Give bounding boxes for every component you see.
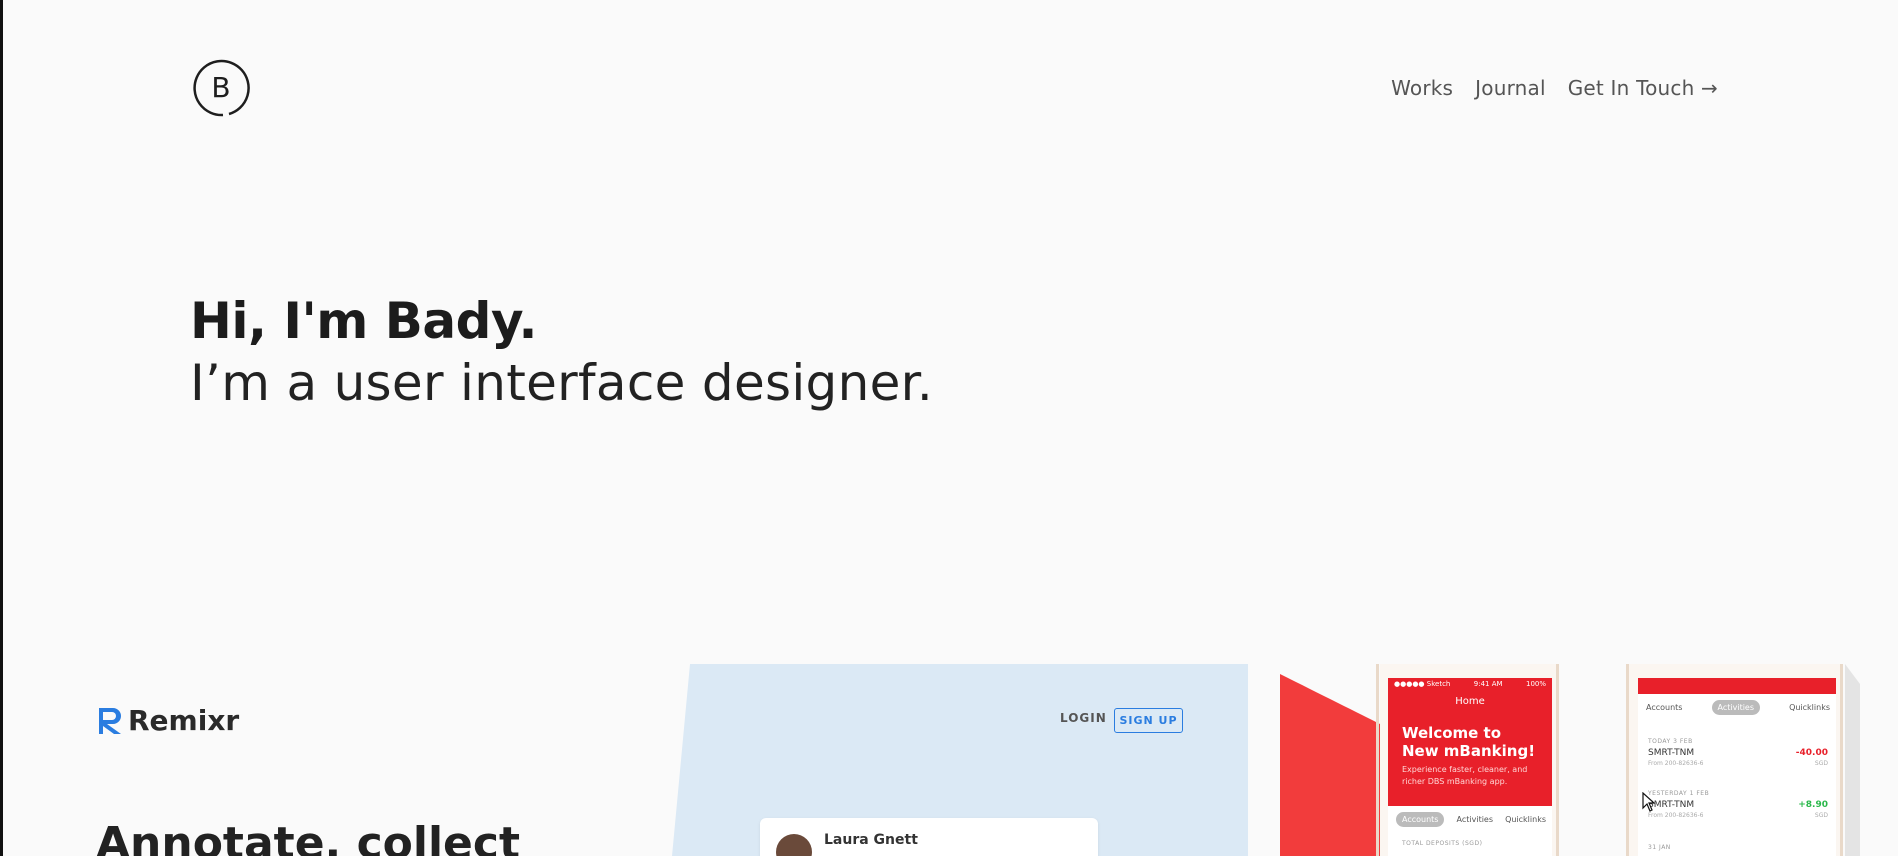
transaction-date: YESTERDAY 1 FEB	[1648, 790, 1710, 797]
phone-status-bar: ●●●●● Sketch 9:41 AM 100%	[1388, 678, 1552, 690]
brand-logo[interactable]: B	[192, 59, 250, 117]
transaction-amount: -40.00	[1795, 748, 1828, 758]
phone-top-bar	[1638, 678, 1836, 694]
preview-signup-button: SIGN UP	[1114, 708, 1183, 733]
status-battery: 100%	[1525, 680, 1546, 688]
mouse-cursor-icon	[1642, 792, 1656, 812]
transaction-from: From 200-82636-6	[1648, 760, 1704, 767]
brand-logo-icon: B	[193, 59, 250, 117]
transaction-date: 31 JAN	[1648, 844, 1671, 851]
tab-accounts-2: Accounts	[1646, 703, 1683, 712]
hero-greeting: Hi, I'm Bady.	[190, 292, 537, 350]
tab-activities: Activities	[1456, 815, 1494, 824]
remixr-logo[interactable]: Remixr	[96, 704, 239, 737]
transaction-item: TODAY 3 FEB SMRT-TNM -40.00 From 200-826…	[1648, 738, 1828, 767]
phone-screen-title: Home	[1455, 696, 1485, 707]
preview-login-link: LOGIN	[1060, 711, 1107, 725]
transaction-currency: SGD	[1814, 812, 1828, 819]
nav-works[interactable]: Works	[1391, 76, 1453, 100]
tab-activities-2: Activities	[1711, 700, 1761, 715]
phone-welcome-sub: Experience faster, cleaner, and richer D…	[1402, 765, 1528, 786]
transaction-from: From 200-82636-6	[1648, 812, 1704, 819]
tab-quicklinks-2: Quicklinks	[1789, 703, 1830, 712]
transaction-amount: +8.90	[1798, 800, 1828, 810]
transaction-item: 31 JAN	[1648, 844, 1828, 851]
phone-activities-screen: Accounts Activities Quicklinks TODAY 3 F…	[1638, 678, 1836, 856]
svg-text:B: B	[211, 71, 230, 104]
hero-tagline: I’m a user interface designer.	[190, 354, 934, 412]
window-left-edge	[0, 0, 3, 856]
tab-quicklinks: Quicklinks	[1505, 815, 1546, 824]
phone-welcome-text: Welcome to New mBanking!	[1402, 724, 1536, 760]
transaction-currency: SGD	[1814, 760, 1828, 767]
phone-home-screen: ●●●●● Sketch 9:41 AM 100% Home Welcome t…	[1388, 678, 1552, 856]
banking-preview-image[interactable]: ●●●●● Sketch 9:41 AM 100% Home Welcome t…	[1280, 664, 1860, 856]
nav-get-in-touch[interactable]: Get In Touch →	[1568, 76, 1718, 100]
avatar	[776, 834, 812, 856]
tab-accounts: Accounts	[1396, 812, 1445, 827]
status-carrier: ●●●●● Sketch	[1394, 680, 1451, 688]
preview-user-name: Laura Gnett	[824, 832, 918, 848]
phone-tabs: Accounts Activities Quicklinks	[1396, 812, 1546, 827]
preview-user-card: Laura Gnett	[760, 818, 1098, 856]
remixr-brand-name: Remixr	[128, 704, 240, 737]
project-headline: Annotate, collect	[96, 818, 520, 856]
deposits-label: TOTAL DEPOSITS (SGD)	[1402, 840, 1483, 847]
phone-tabs-2: Accounts Activities Quicklinks	[1646, 700, 1830, 715]
status-time: 9:41 AM	[1473, 680, 1503, 688]
main-nav: Works Journal Get In Touch →	[1391, 76, 1718, 100]
remixr-preview-image[interactable]: LOGIN SIGN UP Laura Gnett	[672, 664, 1248, 856]
transaction-item: YESTERDAY 1 FEB SMRT-TNM +8.90 From 200-…	[1648, 790, 1828, 819]
hero: Hi, I'm Bady. I’m a user interface desig…	[190, 290, 933, 414]
transaction-date: TODAY 3 FEB	[1648, 738, 1693, 745]
nav-journal[interactable]: Journal	[1475, 76, 1546, 100]
transaction-name: SMRT-TNM	[1648, 748, 1695, 758]
remixr-mark-icon	[99, 707, 121, 734]
